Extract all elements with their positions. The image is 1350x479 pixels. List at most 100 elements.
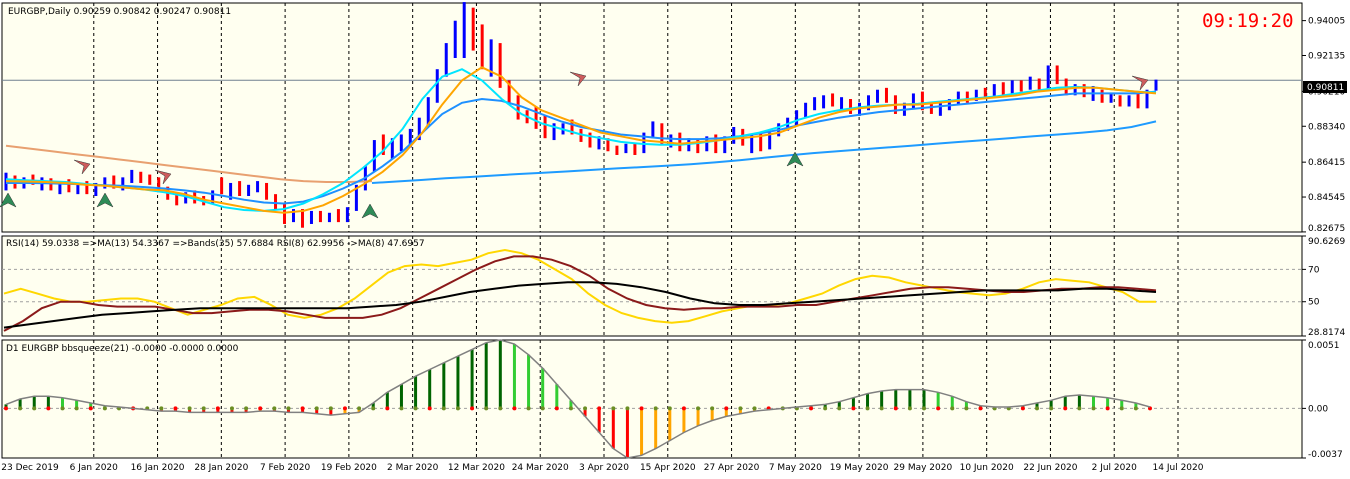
x-tick-label: 28 Jan 2020 — [194, 463, 248, 473]
squeeze-dot — [583, 406, 588, 411]
squeeze-axis-label: 0.0051 — [1308, 341, 1340, 351]
x-tick-label: 19 May 2020 — [830, 463, 889, 473]
squeeze-dot — [893, 406, 898, 411]
squeeze-dot — [879, 406, 884, 411]
x-tick-label: 22 Jun 2020 — [1023, 463, 1077, 473]
price-axis-label: 0.86415 — [1308, 158, 1345, 168]
squeeze-dot — [1035, 406, 1040, 411]
squeeze-dot — [60, 406, 65, 411]
squeeze-dot — [4, 406, 8, 411]
x-tick-label: 29 May 2020 — [894, 463, 953, 473]
x-tick-label: 2 Mar 2020 — [387, 463, 439, 473]
squeeze-dot — [922, 406, 927, 411]
squeeze-dot — [752, 406, 757, 411]
squeeze-dot — [625, 406, 630, 411]
squeeze-dot — [653, 406, 658, 411]
squeeze-dot — [32, 406, 37, 411]
squeeze-dot — [936, 406, 941, 411]
x-tick-label: 15 Apr 2020 — [640, 463, 696, 473]
x-tick-label: 7 Feb 2020 — [260, 463, 311, 473]
squeeze-dot — [568, 406, 573, 411]
squeeze-dot — [46, 406, 51, 411]
squeeze-dot — [244, 406, 249, 411]
squeeze-dot — [1133, 406, 1138, 411]
squeeze-dot — [427, 406, 432, 411]
x-tick-label: 2 Jul 2020 — [1092, 463, 1137, 473]
squeeze-dot — [1105, 406, 1110, 411]
squeeze-dot — [328, 406, 333, 411]
squeeze-dot — [413, 406, 418, 411]
squeeze-dot — [484, 406, 489, 411]
price-axis-label: 0.94005 — [1308, 17, 1345, 27]
squeeze-dot — [597, 406, 602, 411]
squeeze-dot — [1091, 406, 1096, 411]
rsi-axis-label: 50 — [1308, 298, 1320, 308]
squeeze-dot — [201, 406, 206, 411]
clock-display: 09:19:20 — [1202, 10, 1294, 32]
x-tick-label: 24 Mar 2020 — [512, 463, 569, 473]
squeeze-dot — [964, 406, 969, 411]
squeeze-dot — [399, 406, 404, 411]
squeeze-dot — [102, 406, 107, 411]
current-price-text: 0.90811 — [1307, 83, 1344, 93]
x-tick-label: 23 Dec 2019 — [1, 463, 59, 473]
squeeze-dot — [215, 406, 220, 411]
squeeze-dot — [88, 406, 93, 411]
squeeze-axis-label: 0.00 — [1308, 404, 1328, 414]
squeeze-dot — [272, 406, 277, 411]
squeeze-dot — [1077, 406, 1082, 411]
squeeze-dot — [809, 406, 814, 411]
rsi-axis-label: 28.8174 — [1308, 328, 1345, 338]
squeeze-dot — [512, 406, 517, 411]
squeeze-dot — [738, 406, 743, 411]
squeeze-dot — [823, 406, 828, 411]
squeeze-dot — [710, 406, 715, 411]
squeeze-dot — [173, 406, 178, 411]
squeeze-dot — [681, 406, 686, 411]
rsi-axis-label: 90.6269 — [1308, 237, 1345, 247]
squeeze-dot — [229, 406, 234, 411]
squeeze-dot — [1020, 406, 1025, 411]
squeeze-dot — [611, 406, 616, 411]
squeeze-dot — [498, 406, 503, 411]
x-tick-label: 27 Apr 2020 — [704, 463, 760, 473]
price-axis-label: 0.92135 — [1308, 51, 1345, 61]
squeeze-dot — [540, 406, 545, 411]
x-axis-labels: 23 Dec 2019 6 Jan 2020 16 Jan 2020 28 Jan 2… — [1, 463, 1203, 473]
squeeze-dot — [342, 406, 347, 411]
price-axis-label: 0.88340 — [1308, 122, 1345, 132]
squeeze-label: D1 EURGBP bbsqueeze(21) -0.0000 -0.0000 … — [6, 344, 239, 354]
squeeze-dot — [74, 406, 79, 411]
x-tick-label: 16 Jan 2020 — [131, 463, 185, 473]
squeeze-dot — [851, 406, 856, 411]
squeeze-axis-label: -0.0037 — [1308, 450, 1343, 460]
squeeze-dot — [724, 406, 729, 411]
squeeze-dot — [455, 406, 460, 411]
window-title: EURGBP,Daily 0.90259 0.90842 0.90247 0.9… — [8, 7, 231, 17]
squeeze-dot — [950, 406, 955, 411]
x-tick-label: 6 Jan 2020 — [70, 463, 118, 473]
squeeze-dot — [667, 406, 672, 411]
x-tick-label: 10 Jun 2020 — [960, 463, 1014, 473]
x-tick-label: 3 Apr 2020 — [579, 463, 629, 473]
squeeze-dot — [639, 406, 644, 411]
squeeze-dot — [159, 406, 164, 411]
x-tick-label: 19 Feb 2020 — [321, 463, 377, 473]
squeeze-dot — [371, 406, 376, 411]
x-tick-label: 14 Jul 2020 — [1153, 463, 1204, 473]
squeeze-dot — [357, 406, 362, 411]
squeeze-dot — [385, 406, 390, 411]
squeeze-dot — [554, 406, 559, 411]
chart-canvas[interactable]: 0.940050.921350.902100.883400.864150.845… — [0, 0, 1350, 479]
squeeze-dot — [258, 406, 263, 411]
price-axis-label: 0.84545 — [1308, 193, 1345, 203]
squeeze-dot — [314, 406, 319, 411]
squeeze-dot — [187, 406, 192, 411]
squeeze-dot — [1119, 406, 1124, 411]
squeeze-dot — [441, 406, 446, 411]
mt4-chart-window[interactable]: 0.940050.921350.902100.883400.864150.845… — [0, 0, 1350, 479]
squeeze-dot — [1049, 406, 1054, 411]
squeeze-dot — [865, 406, 870, 411]
squeeze-dot — [470, 406, 475, 411]
squeeze-dot — [18, 406, 23, 411]
